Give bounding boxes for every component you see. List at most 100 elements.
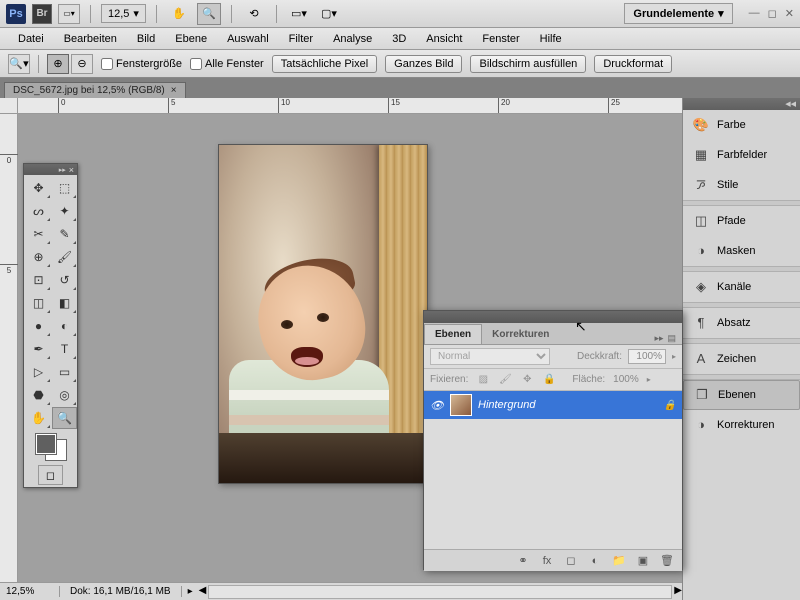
zoom-dropdown[interactable]: 12,5▾ bbox=[101, 4, 146, 23]
zoom-tool-icon[interactable]: 🔍 bbox=[197, 3, 221, 25]
path-select-tool-icon[interactable]: ▷ bbox=[26, 361, 51, 383]
panel-stile[interactable]: ꯍStile bbox=[683, 170, 800, 200]
lock-transparency-icon[interactable]: ▨ bbox=[476, 373, 490, 387]
rotate-view-icon[interactable]: ⟲ bbox=[242, 3, 266, 25]
move-tool-icon[interactable]: ✥ bbox=[26, 177, 51, 199]
fit-screen-button[interactable]: Ganzes Bild bbox=[385, 55, 462, 73]
blur-tool-icon[interactable]: ● bbox=[26, 315, 51, 337]
collapse-panels-icon[interactable]: ◀◀ bbox=[785, 100, 796, 108]
document-tab-close-icon[interactable]: × bbox=[171, 85, 177, 96]
lasso-tool-icon[interactable]: ᔕ bbox=[26, 200, 51, 222]
menu-bearbeiten[interactable]: Bearbeiten bbox=[54, 30, 127, 48]
print-size-button[interactable]: Druckformat bbox=[594, 55, 672, 73]
panel-farbe[interactable]: 🎨Farbe bbox=[683, 110, 800, 140]
panel-absatz[interactable]: ¶Absatz bbox=[683, 308, 800, 338]
panel-ebenen[interactable]: ❐Ebenen bbox=[683, 380, 800, 410]
menu-fenster[interactable]: Fenster bbox=[472, 30, 529, 48]
layer-style-icon[interactable]: fx bbox=[538, 553, 556, 569]
adjustment-layer-icon[interactable]: ◐ bbox=[586, 553, 604, 569]
panel-kanaele[interactable]: ◈Kanäle bbox=[683, 272, 800, 302]
horizontal-scrollbar[interactable]: ◀▶ bbox=[199, 585, 682, 599]
lock-pixels-icon[interactable]: 🖌 bbox=[498, 373, 512, 387]
shape-tool-icon[interactable]: ▭ bbox=[52, 361, 77, 383]
bridge-icon[interactable]: Br bbox=[32, 4, 52, 24]
screen-mode-icon[interactable]: ▢▾ bbox=[317, 3, 341, 25]
marquee-tool-icon[interactable]: ⬚ bbox=[52, 177, 77, 199]
crop-tool-icon[interactable]: ✂ bbox=[26, 223, 51, 245]
lock-position-icon[interactable]: ✥ bbox=[520, 373, 534, 387]
3d-camera-tool-icon[interactable]: ◎ bbox=[52, 384, 77, 406]
menu-ansicht[interactable]: Ansicht bbox=[416, 30, 472, 48]
doc-layout-dropdown[interactable]: ▭▾ bbox=[58, 4, 80, 24]
quick-mask-icon[interactable]: ◻ bbox=[38, 465, 63, 485]
photoshop-icon[interactable]: Ps bbox=[6, 4, 26, 24]
arrange-docs-icon[interactable]: ▭▾ bbox=[287, 3, 311, 25]
layers-panel-titlebar[interactable] bbox=[424, 311, 682, 323]
maximize-button[interactable]: ◻ bbox=[768, 7, 777, 20]
panel-pfade[interactable]: ◫Pfade bbox=[683, 206, 800, 236]
3d-tool-icon[interactable]: ⬣ bbox=[26, 384, 51, 406]
status-zoom[interactable]: 12,5% bbox=[0, 586, 60, 597]
layers-list-area[interactable] bbox=[424, 419, 682, 549]
workspace-dropdown[interactable]: Grundelemente▾ bbox=[624, 3, 732, 24]
actual-pixels-button[interactable]: Tatsächliche Pixel bbox=[272, 55, 377, 73]
status-menu-icon[interactable]: ▸ bbox=[182, 586, 199, 597]
panel-farbfelder[interactable]: ▦Farbfelder bbox=[683, 140, 800, 170]
tab-ebenen[interactable]: Ebenen bbox=[424, 324, 482, 344]
foreground-color-swatch[interactable] bbox=[36, 434, 56, 454]
resize-windows-checkbox[interactable]: Fenstergröße bbox=[101, 58, 182, 70]
panel-collapse-icon[interactable]: ▸▸ bbox=[654, 333, 663, 344]
fill-input[interactable]: 100% bbox=[613, 374, 639, 385]
hand-tool-icon2[interactable]: ✋ bbox=[26, 407, 51, 429]
menu-analyse[interactable]: Analyse bbox=[323, 30, 382, 48]
dodge-tool-icon[interactable]: ◐ bbox=[52, 315, 77, 337]
stamp-tool-icon[interactable]: ⊡ bbox=[26, 269, 51, 291]
fill-screen-button[interactable]: Bildschirm ausfüllen bbox=[470, 55, 586, 73]
zoom-out-icon[interactable]: ⊖ bbox=[71, 54, 93, 74]
layer-thumbnail[interactable] bbox=[450, 394, 472, 416]
healing-tool-icon[interactable]: ⊕ bbox=[26, 246, 51, 268]
wand-tool-icon[interactable]: ✦ bbox=[52, 200, 77, 222]
zoom-in-icon[interactable]: ⊕ bbox=[47, 54, 69, 74]
zoom-tool-icon2[interactable]: 🔍 bbox=[52, 407, 77, 429]
toolbox-header[interactable]: ▸▸× bbox=[24, 164, 77, 175]
type-tool-icon[interactable]: T bbox=[52, 338, 77, 360]
brush-tool-icon[interactable]: 🖌 bbox=[52, 246, 77, 268]
hand-tool-icon[interactable]: ✋ bbox=[167, 3, 191, 25]
panel-zeichen[interactable]: AZeichen bbox=[683, 344, 800, 374]
menu-ebene[interactable]: Ebene bbox=[165, 30, 217, 48]
layer-mask-icon[interactable]: ◻ bbox=[562, 553, 580, 569]
menu-3d[interactable]: 3D bbox=[382, 30, 416, 48]
menu-datei[interactable]: Datei bbox=[8, 30, 54, 48]
canvas-image[interactable] bbox=[218, 144, 428, 484]
tab-korrekturen[interactable]: Korrekturen bbox=[482, 325, 559, 344]
history-brush-tool-icon[interactable]: ↺ bbox=[52, 269, 77, 291]
gradient-tool-icon[interactable]: ◧ bbox=[52, 292, 77, 314]
blend-mode-dropdown[interactable]: Normal bbox=[430, 348, 550, 365]
panel-korrekturen[interactable]: ◑Korrekturen bbox=[683, 410, 800, 440]
link-layers-icon[interactable]: ⚭ bbox=[514, 553, 532, 569]
opacity-input[interactable]: 100% bbox=[628, 349, 666, 364]
menu-hilfe[interactable]: Hilfe bbox=[530, 30, 572, 48]
document-tab[interactable]: DSC_5672.jpg bei 12,5% (RGB/8) × bbox=[4, 82, 186, 98]
panel-menu-icon[interactable]: ▤ bbox=[667, 333, 676, 344]
pen-tool-icon[interactable]: ✒ bbox=[26, 338, 51, 360]
lock-all-icon[interactable]: 🔒 bbox=[542, 373, 556, 387]
status-doc-info[interactable]: Dok: 16,1 MB/16,1 MB bbox=[60, 586, 182, 597]
current-tool-icon[interactable]: 🔍▾ bbox=[8, 54, 30, 74]
eraser-tool-icon[interactable]: ◫ bbox=[26, 292, 51, 314]
menu-filter[interactable]: Filter bbox=[279, 30, 323, 48]
delete-layer-icon[interactable]: 🗑 bbox=[658, 553, 676, 569]
menu-bild[interactable]: Bild bbox=[127, 30, 165, 48]
minimize-button[interactable]: — bbox=[749, 7, 760, 20]
all-windows-checkbox[interactable]: Alle Fenster bbox=[190, 58, 264, 70]
layer-group-icon[interactable]: 📁 bbox=[610, 553, 628, 569]
close-button[interactable]: ✕ bbox=[785, 7, 794, 20]
color-swatches[interactable] bbox=[36, 434, 66, 460]
layer-row[interactable]: 👁 Hintergrund 🔒 bbox=[424, 391, 682, 419]
panel-masken[interactable]: ◑Masken bbox=[683, 236, 800, 266]
menu-auswahl[interactable]: Auswahl bbox=[217, 30, 279, 48]
eyedropper-tool-icon[interactable]: ✎ bbox=[52, 223, 77, 245]
layer-visibility-icon[interactable]: 👁 bbox=[430, 399, 444, 412]
new-layer-icon[interactable]: ▣ bbox=[634, 553, 652, 569]
